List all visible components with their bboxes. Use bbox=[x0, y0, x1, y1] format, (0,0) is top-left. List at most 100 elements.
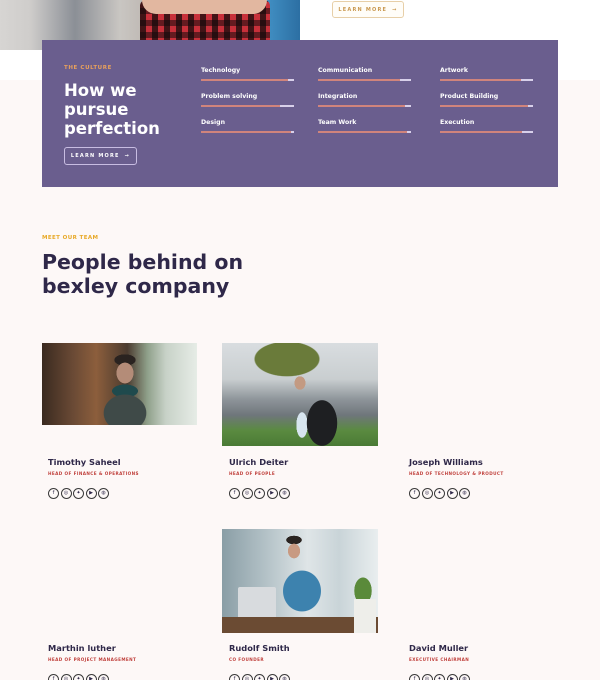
twitter-icon[interactable]: ✦ bbox=[254, 488, 265, 499]
skill-progress-fill bbox=[201, 131, 292, 133]
facebook-icon[interactable]: f bbox=[229, 674, 240, 680]
twitter-icon[interactable]: ✦ bbox=[434, 674, 445, 680]
skill-progress-bar bbox=[201, 79, 294, 81]
skill-progress-bar bbox=[318, 79, 411, 81]
member-role: HEAD OF PROJECT MANAGEMENT bbox=[48, 657, 137, 662]
youtube-icon[interactable]: ▶ bbox=[446, 488, 458, 499]
facebook-icon[interactable]: f bbox=[409, 674, 420, 680]
youtube-icon[interactable]: ▶ bbox=[446, 674, 458, 680]
skill-progress-fill bbox=[440, 79, 521, 81]
dribbble-icon[interactable]: ◍ bbox=[279, 674, 290, 680]
member-photo-timothy[interactable] bbox=[42, 343, 197, 425]
instagram-icon[interactable]: ◎ bbox=[60, 488, 72, 499]
skill-progress-bar bbox=[201, 105, 294, 107]
culture-eyebrow: THE CULTURE bbox=[64, 65, 112, 71]
culture-learn-more-label: LEARN MORE bbox=[70, 153, 120, 159]
instagram-icon[interactable]: ◎ bbox=[241, 488, 253, 499]
member-social-links: f ◎ ✦ ▶ ◍ bbox=[48, 488, 109, 499]
skill-progress-bar bbox=[440, 105, 533, 107]
team-title: People behind on bexley company bbox=[42, 250, 244, 298]
photo-pot bbox=[354, 599, 376, 633]
culture-learn-more-button[interactable]: LEARN MORE → bbox=[64, 147, 137, 165]
instagram-icon[interactable]: ◎ bbox=[241, 674, 253, 680]
skill-label: Design bbox=[201, 119, 225, 126]
twitter-icon[interactable]: ✦ bbox=[73, 674, 84, 680]
skill-label: Communication bbox=[318, 67, 373, 74]
skill-label: Problem solving bbox=[201, 93, 258, 100]
twitter-icon[interactable]: ✦ bbox=[254, 674, 265, 680]
dribbble-icon[interactable]: ◍ bbox=[279, 488, 290, 499]
dribbble-icon[interactable]: ◍ bbox=[98, 674, 109, 680]
member-name: Ulrich Deiter bbox=[229, 457, 289, 467]
member-role: CO FOUNDER bbox=[229, 657, 264, 662]
skill-item: Technology bbox=[201, 67, 294, 81]
member-role: HEAD OF FINANCE & OPERATIONS bbox=[48, 471, 139, 476]
youtube-icon[interactable]: ▶ bbox=[85, 674, 97, 680]
skill-item: Artwork bbox=[440, 67, 533, 81]
skill-label: Execution bbox=[440, 119, 475, 126]
skill-progress-bar bbox=[201, 131, 294, 133]
skill-item: Product Building bbox=[440, 93, 533, 107]
instagram-icon[interactable]: ◎ bbox=[421, 488, 433, 499]
facebook-icon[interactable]: f bbox=[409, 488, 420, 499]
member-name: Timothy Saheel bbox=[48, 457, 121, 467]
twitter-icon[interactable]: ✦ bbox=[434, 488, 445, 499]
member-social-links: f ◎ ✦ ▶ ◍ bbox=[48, 674, 109, 680]
member-photo-ulrich[interactable] bbox=[222, 343, 378, 446]
member-name: Rudolf Smith bbox=[229, 643, 290, 653]
instagram-icon[interactable]: ◎ bbox=[421, 674, 433, 680]
facebook-icon[interactable]: f bbox=[229, 488, 240, 499]
skill-label: Integration bbox=[318, 93, 358, 100]
member-photo-rudolf[interactable] bbox=[222, 529, 378, 633]
dribbble-icon[interactable]: ◍ bbox=[98, 488, 109, 499]
skill-item: Design bbox=[201, 119, 294, 133]
photo-laptop bbox=[238, 587, 276, 619]
arrow-right-icon: → bbox=[124, 153, 131, 159]
hero-learn-more-label: LEARN MORE bbox=[338, 6, 388, 13]
member-role: HEAD OF TECHNOLOGY & PRODUCT bbox=[409, 471, 504, 476]
skill-progress-fill bbox=[318, 105, 406, 107]
skill-progress-fill bbox=[201, 105, 281, 107]
member-social-links: f ◎ ✦ ▶ ◍ bbox=[229, 674, 290, 680]
skill-label: Product Building bbox=[440, 93, 499, 100]
team-eyebrow: MEET OUR TEAM bbox=[42, 235, 99, 241]
dribbble-icon[interactable]: ◍ bbox=[459, 674, 470, 680]
skill-item: Team Work bbox=[318, 119, 411, 133]
skill-progress-bar bbox=[318, 105, 411, 107]
member-role: EXECUTIVE CHAIRMAN bbox=[409, 657, 470, 662]
skill-progress-fill bbox=[201, 79, 289, 81]
dribbble-icon[interactable]: ◍ bbox=[459, 488, 470, 499]
skill-label: Technology bbox=[201, 67, 241, 74]
skill-progress-bar bbox=[318, 131, 411, 133]
youtube-icon[interactable]: ▶ bbox=[85, 488, 97, 499]
skill-item: Integration bbox=[318, 93, 411, 107]
culture-section: THE CULTURE How we pursue perfection LEA… bbox=[42, 40, 558, 187]
skill-label: Team Work bbox=[318, 119, 357, 126]
member-name: Joseph Williams bbox=[409, 457, 483, 467]
member-role: HEAD OF PEOPLE bbox=[229, 471, 276, 476]
youtube-icon[interactable]: ▶ bbox=[266, 488, 278, 499]
skill-progress-bar bbox=[440, 79, 533, 81]
facebook-icon[interactable]: f bbox=[48, 674, 59, 680]
member-name: Marthin luther bbox=[48, 643, 116, 653]
hero-photo-arms bbox=[142, 0, 267, 14]
member-name: David Muller bbox=[409, 643, 469, 653]
youtube-icon[interactable]: ▶ bbox=[266, 674, 278, 680]
skill-item: Execution bbox=[440, 119, 533, 133]
member-social-links: f ◎ ✦ ▶ ◍ bbox=[409, 674, 470, 680]
photo-tree bbox=[242, 343, 332, 383]
skill-label: Artwork bbox=[440, 67, 468, 74]
member-social-links: f ◎ ✦ ▶ ◍ bbox=[229, 488, 290, 499]
hero-learn-more-button[interactable]: LEARN MORE → bbox=[332, 1, 404, 18]
skill-item: Communication bbox=[318, 67, 411, 81]
facebook-icon[interactable]: f bbox=[48, 488, 59, 499]
skill-progress-bar bbox=[440, 131, 533, 133]
photo-plant bbox=[352, 574, 374, 602]
member-social-links: f ◎ ✦ ▶ ◍ bbox=[409, 488, 470, 499]
skill-item: Problem solving bbox=[201, 93, 294, 107]
arrow-right-icon: → bbox=[392, 6, 398, 13]
skill-progress-fill bbox=[318, 79, 400, 81]
culture-title: How we pursue perfection bbox=[64, 81, 160, 138]
twitter-icon[interactable]: ✦ bbox=[73, 488, 84, 499]
instagram-icon[interactable]: ◎ bbox=[60, 674, 72, 680]
